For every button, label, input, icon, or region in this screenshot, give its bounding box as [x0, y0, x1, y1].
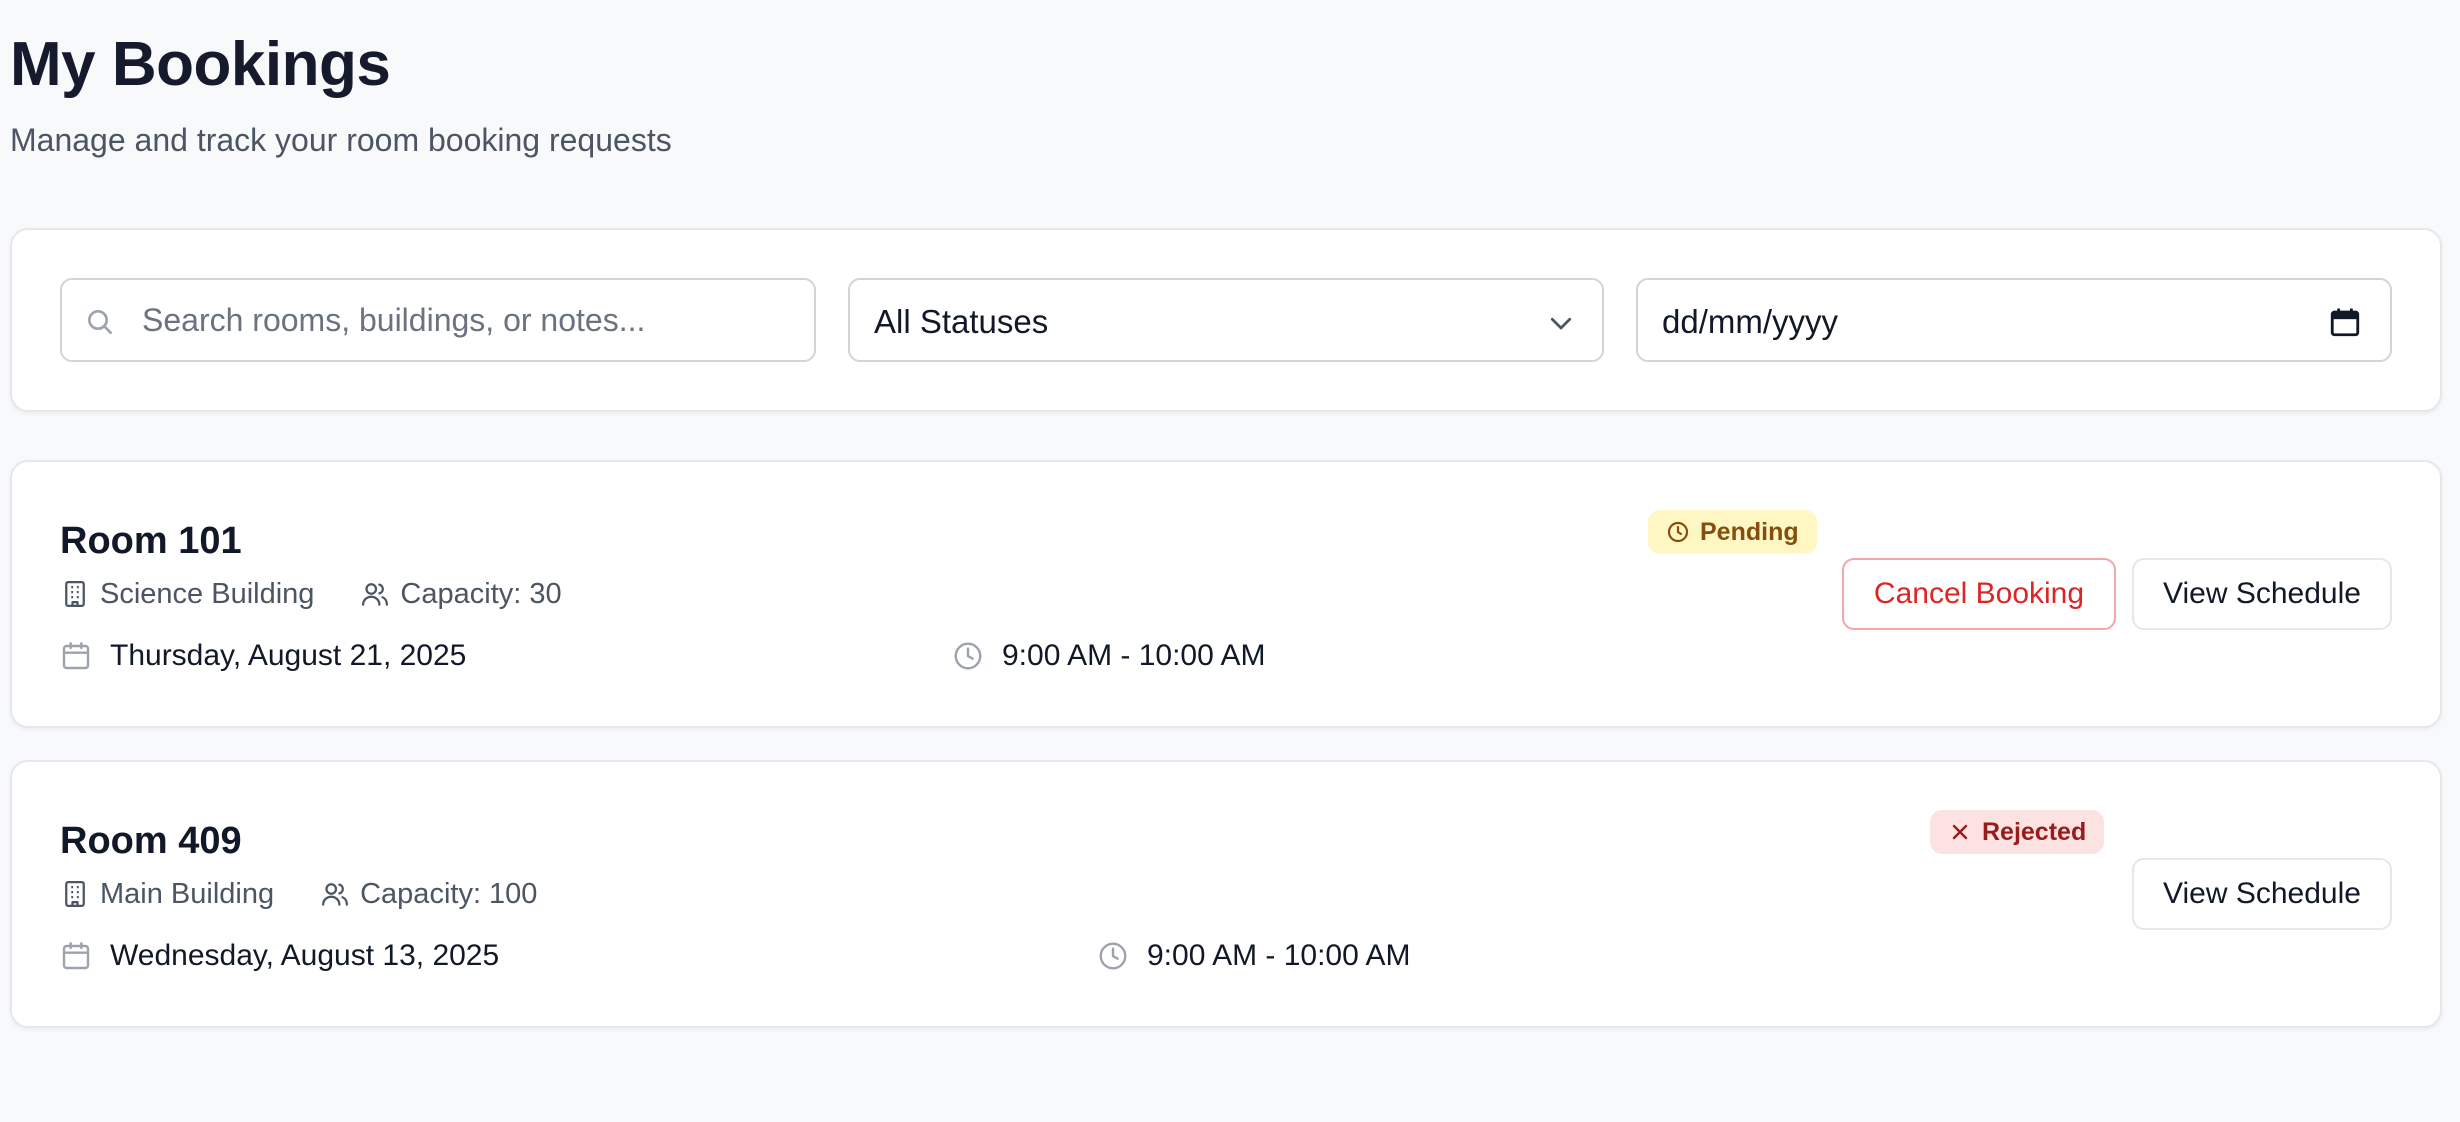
status-select[interactable]: All Statuses — [848, 278, 1604, 362]
building-icon — [65, 581, 85, 607]
view-schedule-button[interactable]: View Schedule — [2132, 858, 2392, 930]
booking-time-text: 9:00 AM - 10:00 AM — [1002, 639, 1266, 672]
clock-icon — [954, 642, 982, 670]
building-name: Main Building — [100, 877, 275, 910]
capacity-info: Capacity: 30 — [360, 577, 562, 611]
filter-panel: All Statuses dd/mm/yyyy — [10, 228, 2442, 412]
booking-date-text: Thursday, August 21, 2025 — [110, 639, 467, 672]
booking-card: Room 101 Science Building Capacity: 30 T… — [10, 460, 2442, 728]
capacity-info: Capacity: 100 — [320, 878, 537, 911]
status-badge: Pending — [1648, 510, 1817, 554]
capacity-text: Capacity: 30 — [400, 577, 562, 610]
booking-time: 9:00 AM - 10:00 AM — [1097, 936, 1410, 976]
booking-time: 9:00 AM - 10:00 AM — [952, 636, 1265, 676]
clock-icon — [1667, 521, 1689, 543]
building-info: Main Building — [60, 878, 274, 911]
booking-time-text: 9:00 AM - 10:00 AM — [1147, 939, 1411, 972]
status-badge: Rejected — [1930, 810, 2105, 854]
booking-card: Room 409 Main Building Capacity: 100 Wed… — [10, 760, 2442, 1028]
date-filter-placeholder: dd/mm/yyyy — [1662, 303, 1839, 340]
room-meta: Main Building Capacity: 100 — [60, 874, 537, 914]
x-icon — [1952, 824, 1968, 840]
calendar-icon — [62, 642, 90, 670]
search-input[interactable] — [142, 280, 794, 360]
room-name: Room 409 — [60, 820, 242, 862]
calendar-icon[interactable] — [2328, 304, 2362, 340]
chevron-down-icon — [1550, 317, 1572, 330]
booking-date: Wednesday, August 13, 2025 — [60, 936, 499, 976]
booking-date: Thursday, August 21, 2025 — [60, 636, 466, 676]
calendar-icon — [62, 942, 90, 970]
status-text: Rejected — [1982, 817, 2087, 846]
capacity-text: Capacity: 100 — [360, 877, 538, 910]
view-schedule-button[interactable]: View Schedule — [2132, 558, 2392, 630]
bookings-page: My Bookings Manage and track your room b… — [0, 0, 2460, 1122]
status-select-value: All Statuses — [874, 303, 1049, 340]
search-icon — [88, 310, 112, 334]
room-meta: Science Building Capacity: 30 — [60, 574, 562, 614]
booking-date-text: Wednesday, August 13, 2025 — [110, 939, 500, 972]
search-field[interactable] — [60, 278, 816, 362]
room-name: Room 101 — [60, 520, 242, 562]
status-text: Pending — [1700, 517, 1799, 546]
users-icon — [362, 583, 389, 606]
building-info: Science Building — [60, 578, 314, 611]
clock-icon — [1099, 942, 1127, 970]
cancel-booking-button[interactable]: Cancel Booking — [1842, 558, 2116, 630]
date-filter-input[interactable]: dd/mm/yyyy — [1636, 278, 2392, 362]
page-title: My Bookings — [10, 30, 391, 99]
users-icon — [322, 883, 349, 906]
building-icon — [65, 881, 85, 907]
building-name: Science Building — [100, 577, 315, 610]
page-subtitle: Manage and track your room booking reque… — [10, 122, 672, 158]
